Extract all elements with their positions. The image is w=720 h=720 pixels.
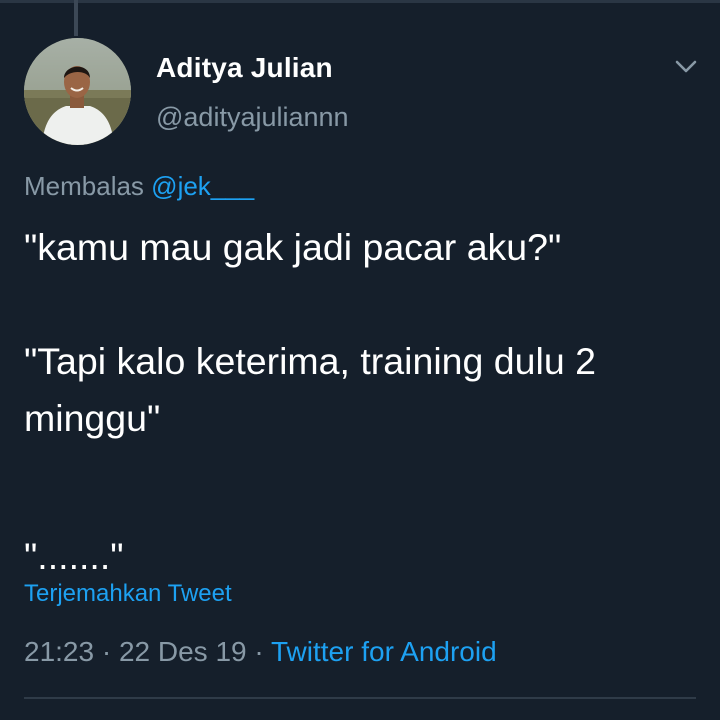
reply-mention-link[interactable]: @jek___ [151, 171, 254, 201]
translate-tweet-link[interactable]: Terjemahkan Tweet [24, 580, 232, 608]
bottom-divider [24, 697, 696, 699]
tweet-time: 21:23 [24, 636, 95, 667]
avatar-photo-icon [24, 38, 131, 145]
tweet-text-line: "kamu mau gak jadi pacar aku?" [24, 226, 562, 268]
author-display-name[interactable]: Aditya Julian [156, 52, 333, 84]
tweet-text: "kamu mau gak jadi pacar aku?" "Tapi kal… [24, 219, 700, 585]
reply-context: Membalas @jek___ [24, 171, 254, 202]
tweet-text-line: "......." [24, 535, 124, 577]
meta-separator: · [101, 636, 112, 667]
thread-connector-line [74, 0, 78, 36]
tweet-text-line: "Tapi kalo keterima, training dulu 2 min… [24, 340, 596, 439]
meta-separator: · [254, 636, 264, 667]
top-divider [0, 0, 720, 3]
tweet-text-spacer [24, 447, 700, 504]
tweet-source-link[interactable]: Twitter for Android [271, 636, 497, 667]
avatar[interactable] [24, 38, 131, 145]
author-handle[interactable]: @adityajuliannn [156, 102, 349, 133]
reply-prefix: Membalas [24, 171, 144, 201]
chevron-down-icon[interactable] [674, 58, 698, 76]
tweet-text-spacer [24, 276, 700, 333]
tweet-meta: 21:23 · 22 Des 19 · Twitter for Android [24, 636, 497, 668]
tweet-date: 22 Des 19 [118, 636, 247, 667]
tweet-detail-screen: Aditya Julian @adityajuliannn Membalas @… [0, 0, 720, 720]
